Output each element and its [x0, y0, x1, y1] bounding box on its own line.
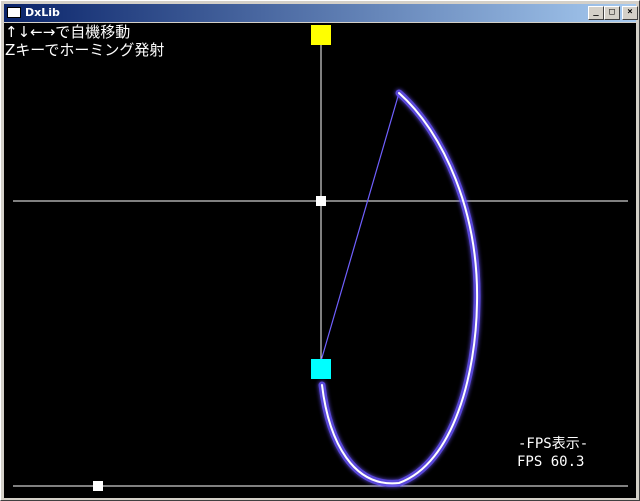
center-marker: [316, 196, 326, 206]
window-title: DxLib: [25, 6, 60, 19]
close-button[interactable]: ×: [622, 6, 638, 20]
minimize-button[interactable]: _: [588, 6, 604, 20]
fps-readout: FPS 60.3: [517, 454, 585, 470]
game-scene: [13, 25, 628, 491]
player-ship: [311, 359, 331, 379]
maximize-button[interactable]: □: [604, 6, 620, 20]
game-canvas[interactable]: ↑↓←→で自機移動 Zキーでホーミング発射 -FPS表示- FPS 60.3: [4, 23, 636, 498]
instruction-move: ↑↓←→で自機移動: [5, 23, 131, 41]
app-icon: [7, 7, 21, 18]
instruction-fire: Zキーでホーミング発射: [5, 41, 165, 59]
title-bar[interactable]: DxLib _ □ ×: [4, 4, 638, 22]
app-window: DxLib _ □ × ↑↓←→で自機移動 Zキーでホーミング発射 -FPS表示…: [0, 0, 640, 501]
fps-title: -FPS表示-: [518, 436, 589, 452]
enemy-target: [311, 25, 331, 45]
bottom-marker: [93, 481, 103, 491]
homing-laser-line: [320, 92, 400, 362]
homing-trail: [321, 92, 479, 485]
